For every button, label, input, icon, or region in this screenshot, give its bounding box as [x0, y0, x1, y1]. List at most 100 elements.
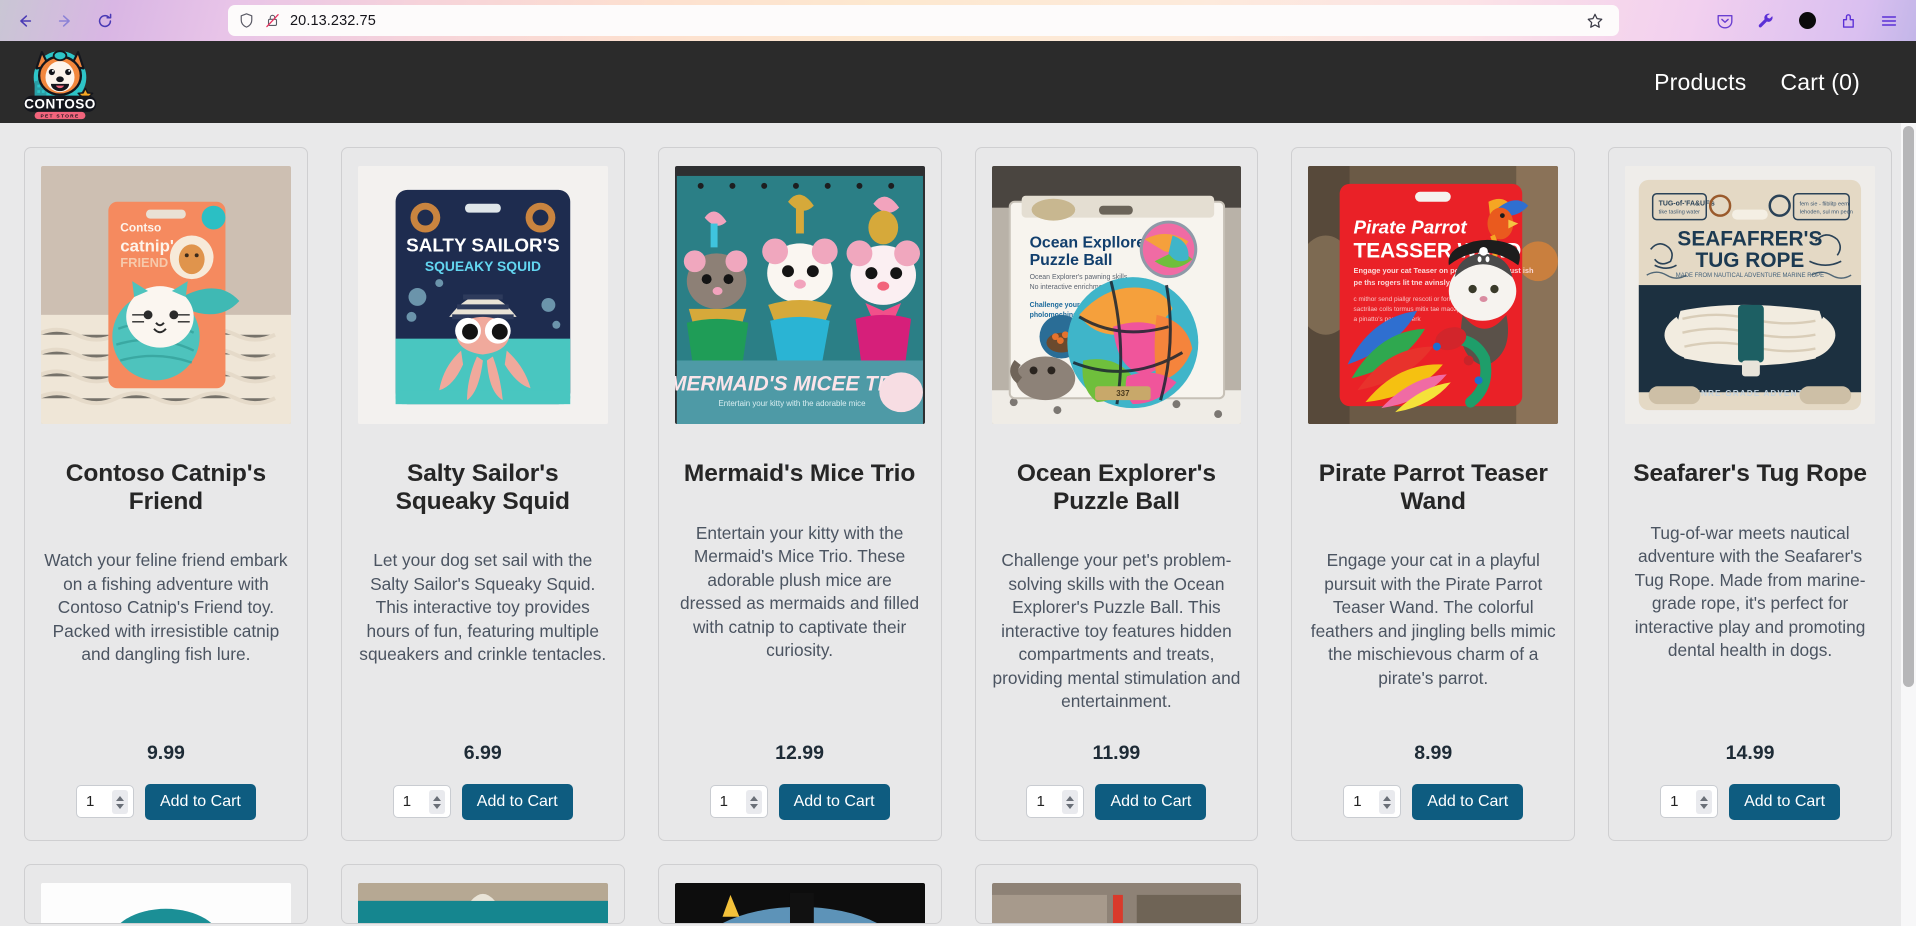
product-actions: 1 Add to Cart	[1343, 783, 1524, 820]
product-description: Challenge your pet's problem-solving ski…	[992, 550, 1241, 712]
product-description: Watch your feline friend embark on a fis…	[44, 550, 288, 665]
product-card[interactable]	[657, 863, 942, 924]
product-price: 8.99	[1414, 741, 1453, 764]
product-photo[interactable]	[41, 882, 291, 923]
mermaids-mice-trio-photo[interactable]: MERMAID'S MICEE TRIO Entertain your kitt…	[674, 166, 925, 424]
app-menu-button[interactable]	[1878, 10, 1900, 32]
product-catalog: Contso catnip's FRIEND Contoso Catnip's …	[0, 123, 1916, 926]
stepper-arrows-icon[interactable]	[111, 790, 128, 815]
svg-text:CONTOSO: CONTOSO	[24, 96, 96, 111]
product-card[interactable]: TUG-of-'FA&UF's tike tasling water fem s…	[1608, 147, 1892, 841]
shield-icon	[240, 13, 253, 28]
product-title: Salty Sailor's Squeaky Squid	[395, 460, 570, 515]
product-price: 6.99	[463, 741, 502, 764]
product-actions: 1 Add to Cart	[1660, 783, 1841, 820]
salty-sailors-squeaky-squid-photo[interactable]: SALTY SAILOR'S SQUEAKY SQUID	[357, 166, 608, 424]
quantity-stepper[interactable]: 1	[1343, 785, 1402, 819]
back-button[interactable]	[8, 6, 42, 36]
quantity-value[interactable]: 1	[86, 793, 94, 810]
stepper-arrows-icon[interactable]	[1062, 790, 1079, 815]
product-photo[interactable]	[674, 882, 925, 923]
svg-text:Pirate Parrot: Pirate Parrot	[1354, 216, 1468, 237]
product-title: Contoso Catnip's Friend	[65, 460, 267, 515]
product-card[interactable]	[340, 863, 625, 924]
svg-text:Puzzle Ball: Puzzle Ball	[1029, 252, 1112, 269]
svg-text:TUG ROPE: TUG ROPE	[1696, 249, 1805, 272]
product-card[interactable]: Ocean Expllorer's Puzzle Ball Ocean Expl…	[974, 147, 1259, 841]
product-card[interactable]: Pirate Parrot TEASSER WAND Engage your c…	[1291, 147, 1576, 841]
add-to-cart-button[interactable]: Add to Cart	[778, 783, 890, 820]
product-price: 14.99	[1725, 741, 1775, 764]
forward-button[interactable]	[48, 6, 82, 36]
svg-text:337: 337	[1116, 389, 1130, 398]
quantity-stepper[interactable]: 1	[1660, 785, 1719, 819]
page-scrollbar[interactable]	[1901, 123, 1916, 926]
product-photo[interactable]	[991, 882, 1242, 923]
svg-text:SALTY SAILOR'S: SALTY SAILOR'S	[406, 234, 560, 255]
browser-toolbar: 20.13.232.75	[0, 0, 1916, 41]
stepper-arrows-icon[interactable]	[1696, 790, 1713, 815]
product-title: Mermaid's Mice Trio	[683, 460, 916, 487]
bookmark-star-icon	[1587, 13, 1603, 28]
svg-text:SEAFAFRER'S: SEAFAFRER'S	[1678, 227, 1823, 250]
url-bar[interactable]: 20.13.232.75	[228, 5, 1619, 36]
quantity-stepper[interactable]: 1	[392, 785, 451, 819]
extensions-button[interactable]	[1837, 10, 1859, 32]
site-header: CONTOSO PET STORE Products Cart (0)	[0, 41, 1916, 123]
quantity-value[interactable]: 1	[403, 793, 411, 810]
wrench-icon	[1758, 13, 1773, 27]
contoso-catnips-friend-photo[interactable]: Contso catnip's FRIEND	[41, 166, 291, 424]
site-logo-link[interactable]: CONTOSO PET STORE	[14, 43, 106, 121]
product-card[interactable]: SALTY SAILOR'S SQUEAKY SQUID Salty Sailo…	[340, 147, 625, 841]
stepper-arrows-icon[interactable]	[745, 790, 762, 815]
quantity-stepper[interactable]: 1	[1026, 785, 1085, 819]
ocean-explorers-puzzle-ball-photo[interactable]: Ocean Expllorer's Puzzle Ball Ocean Expl…	[991, 166, 1242, 424]
pirate-parrot-teaser-wand-photo[interactable]: Pirate Parrot TEASSER WAND Engage your c…	[1308, 166, 1559, 424]
forward-arrow-icon	[58, 14, 70, 27]
product-card[interactable]: MERMAID'S MICEE TRIO Entertain your kitt…	[657, 147, 942, 841]
reload-button[interactable]	[88, 6, 122, 36]
navigation-buttons	[0, 6, 122, 36]
product-title: Pirate Parrot Teaser Wand	[1318, 460, 1548, 515]
quantity-value[interactable]: 1	[720, 793, 728, 810]
quantity-value[interactable]: 1	[1670, 793, 1678, 810]
bookmark-button[interactable]	[1581, 9, 1609, 33]
scrollbar-thumb[interactable]	[1903, 126, 1914, 687]
reload-icon	[98, 13, 112, 27]
product-card[interactable]	[974, 863, 1259, 924]
svg-text:PET STORE: PET STORE	[41, 114, 80, 120]
nav-link-products[interactable]: Products	[1654, 69, 1746, 96]
product-actions: 1 Add to Cart	[75, 783, 256, 820]
product-price: 11.99	[1092, 741, 1141, 764]
svg-text:fem sie - fliblitp eem: fem sie - fliblitp eem	[1800, 202, 1850, 208]
quantity-value[interactable]: 1	[1353, 793, 1361, 810]
seafarers-tug-rope-photo[interactable]: TUG-of-'FA&UF's tike tasling water fem s…	[1625, 166, 1875, 424]
url-text[interactable]: 20.13.232.75	[290, 13, 376, 29]
svg-text:MADE FROM NAUTICAL ADVENTURE M: MADE FROM NAUTICAL ADVENTURE MARINE ROPE	[1676, 273, 1824, 279]
quantity-value[interactable]: 1	[1036, 793, 1044, 810]
product-description: Tug-of-war meets nautical adventure with…	[1634, 522, 1866, 661]
product-grid: Contso catnip's FRIEND Contoso Catnip's …	[0, 123, 1916, 841]
nav-link-cart[interactable]: Cart (0)	[1780, 69, 1860, 96]
insecure-lock-icon[interactable]	[264, 12, 281, 29]
product-price: 12.99	[775, 741, 824, 764]
product-card[interactable]	[24, 863, 308, 924]
hamburger-menu-icon	[1881, 15, 1897, 26]
add-to-cart-button[interactable]: Add to Cart	[1412, 783, 1524, 820]
quantity-stepper[interactable]: 1	[709, 785, 768, 819]
add-to-cart-button[interactable]: Add to Cart	[1729, 783, 1841, 820]
pocket-save-button[interactable]	[1714, 10, 1736, 32]
stepper-arrows-icon[interactable]	[1379, 790, 1396, 815]
product-photo[interactable]	[357, 882, 608, 923]
contoso-pet-store-logo-icon: CONTOSO PET STORE	[23, 50, 97, 120]
stepper-arrows-icon[interactable]	[428, 790, 445, 815]
quantity-stepper[interactable]: 1	[75, 785, 134, 819]
account-button[interactable]	[1796, 10, 1818, 32]
add-to-cart-button[interactable]: Add to Cart	[461, 783, 573, 820]
add-to-cart-button[interactable]: Add to Cart	[1095, 783, 1207, 820]
svg-text:TUG-of-'FA&UF's: TUG-of-'FA&UF's	[1659, 201, 1715, 208]
svg-text:Iehoden, sul mn peon: Iehoden, sul mn peon	[1800, 210, 1853, 216]
devtools-wrench-button[interactable]	[1755, 10, 1777, 32]
product-card[interactable]: Contso catnip's FRIEND Contoso Catnip's …	[24, 147, 308, 841]
add-to-cart-button[interactable]: Add to Cart	[144, 783, 256, 820]
